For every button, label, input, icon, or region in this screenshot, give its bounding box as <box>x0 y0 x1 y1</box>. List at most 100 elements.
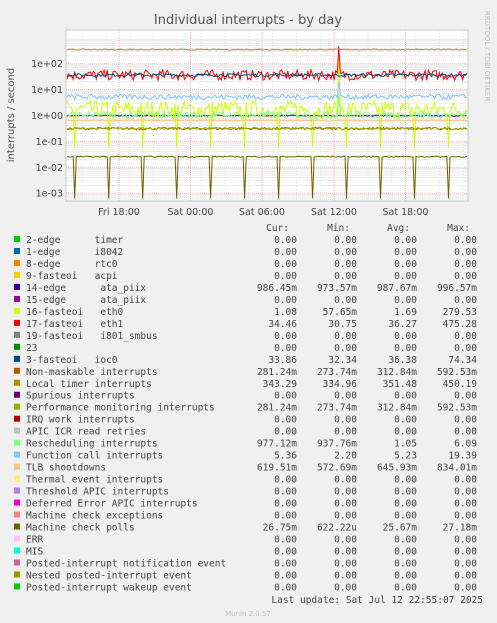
legend-cur: 0.00 <box>274 535 297 546</box>
legend-label: 1-edge i8042 <box>26 247 123 258</box>
legend-label: Deferred Error APIC interrupts <box>26 499 198 510</box>
legend-max: 0.00 <box>454 499 477 510</box>
legend-cur: 0.00 <box>274 582 297 593</box>
legend-label: Performance monitoring interrupts <box>26 403 215 414</box>
legend-swatch <box>14 391 20 398</box>
legend-cur: 1.08 <box>274 307 297 318</box>
legend-min: 973.57m <box>317 283 357 294</box>
legend-cur: 0.00 <box>274 331 297 342</box>
legend-swatch <box>14 295 20 302</box>
legend-max: 996.57m <box>437 283 477 294</box>
legend-min: 0.00 <box>334 487 357 498</box>
legend-avg: 0.00 <box>394 582 417 593</box>
legend-avg: 5.23 <box>394 451 417 462</box>
legend-min: 572.69m <box>317 463 357 474</box>
legend-max: 27.18m <box>443 523 478 534</box>
legend-swatch <box>14 319 20 326</box>
legend-min: 0.00 <box>334 535 357 546</box>
legend-swatch <box>14 259 20 266</box>
legend-max: 0.00 <box>454 582 477 593</box>
legend-max: 0.00 <box>454 259 477 270</box>
legend-swatch <box>14 439 20 446</box>
y-tick-label: 1e-02 <box>36 163 63 174</box>
legend-max: 0.00 <box>454 535 477 546</box>
legend-label: 9-fasteoi acpi <box>26 271 118 282</box>
legend-min: 0.00 <box>334 570 357 581</box>
legend-label: Rescheduling interrupts <box>26 439 158 450</box>
legend-max: 0.00 <box>454 546 477 557</box>
legend-label: Nested posted-interrupt event <box>26 570 192 581</box>
legend-max: 0.00 <box>454 247 477 258</box>
legend-avg: 36.27 <box>388 319 417 330</box>
legend-label: 3-fasteoi ioc0 <box>26 355 118 366</box>
legend-avg: 351.48 <box>383 379 418 390</box>
legend-label: IRQ work interrupts <box>26 415 135 426</box>
legend-min: 0.00 <box>334 295 357 306</box>
legend-swatch <box>14 523 20 530</box>
legend-avg: 987.67m <box>377 283 417 294</box>
legend-avg: 0.00 <box>394 259 417 270</box>
legend-label: Spurious interrupts <box>26 391 135 402</box>
legend-cur: 986.45m <box>257 283 297 294</box>
y-tick-label: 1e-01 <box>36 137 63 148</box>
legend-min: 0.00 <box>334 475 357 486</box>
legend-max: 0.00 <box>454 487 477 498</box>
legend-min: 30.75 <box>328 319 357 330</box>
legend-swatch <box>14 547 20 554</box>
legend-min: 57.65m <box>323 307 358 318</box>
rrdtool-credit: RRDTOOL / TOBI OETIKER <box>483 11 491 101</box>
legend-max: 0.00 <box>454 511 477 522</box>
legend-label: Posted-interrupt wakeup event <box>26 582 192 593</box>
x-tick-label: Sat 12:00 <box>311 207 357 218</box>
legend-label: Threshold APIC interrupts <box>26 487 169 498</box>
legend-label: Machine check exceptions <box>26 511 163 522</box>
legend-avg: 1.69 <box>394 307 417 318</box>
legend-avg: 312.84m <box>377 367 417 378</box>
legend-avg: 0.00 <box>394 570 417 581</box>
legend-avg: 645.93m <box>377 463 417 474</box>
chart-title: Individual interrupts - by day <box>154 13 342 28</box>
legend-cur: 0.00 <box>274 475 297 486</box>
legend-swatch <box>14 463 20 470</box>
legend-cur: 0.00 <box>274 487 297 498</box>
legend-label: 19-fasteoi i801_smbus <box>26 331 158 342</box>
legend-min: 0.00 <box>334 415 357 426</box>
legend-swatch <box>14 271 20 278</box>
legend-min: 937.76m <box>317 439 357 450</box>
legend-avg: 36.38 <box>388 355 417 366</box>
legend-cur: 33.86 <box>268 355 297 366</box>
legend-label: Machine check polls <box>26 523 135 534</box>
legend-max: 0.00 <box>454 235 477 246</box>
legend-cur: 0.00 <box>274 235 297 246</box>
legend-swatch <box>14 475 20 482</box>
legend-swatch <box>14 559 20 566</box>
legend-cur: 281.24m <box>257 403 297 414</box>
legend-swatch <box>14 583 20 590</box>
legend-cur: 0.00 <box>274 391 297 402</box>
legend-avg: 0.00 <box>394 487 417 498</box>
legend-swatch <box>14 236 20 242</box>
legend-label: Local timer interrupts <box>26 379 152 390</box>
legend-cur: 977.12m <box>257 439 297 450</box>
legend-min: 0.00 <box>334 331 357 342</box>
legend-min: 0.00 <box>334 259 357 270</box>
legend-avg: 0.00 <box>394 343 417 354</box>
legend-label: Thermal event interrupts <box>26 475 163 486</box>
column-min: Min: <box>327 223 350 234</box>
x-tick-label: Fri 18:00 <box>98 207 140 218</box>
legend-max: 450.19 <box>443 379 478 390</box>
legend-avg: 25.67m <box>383 523 418 534</box>
legend-cur: 0.00 <box>274 247 297 258</box>
legend-label: 16-fasteoi eth0 <box>26 307 124 318</box>
column-max: Max: <box>447 223 470 234</box>
y-tick-label: 1e+02 <box>31 59 63 70</box>
legend-max: 834.01m <box>437 463 477 474</box>
legend-min: 32.34 <box>328 355 357 366</box>
legend-cur: 0.00 <box>274 343 297 354</box>
legend-avg: 0.00 <box>394 427 417 438</box>
legend-cur: 281.24m <box>257 367 297 378</box>
legend-label: MIS <box>26 546 43 557</box>
legend-max: 0.00 <box>454 415 477 426</box>
legend-avg: 1.05 <box>394 439 417 450</box>
legend-min: 273.74m <box>317 403 357 414</box>
